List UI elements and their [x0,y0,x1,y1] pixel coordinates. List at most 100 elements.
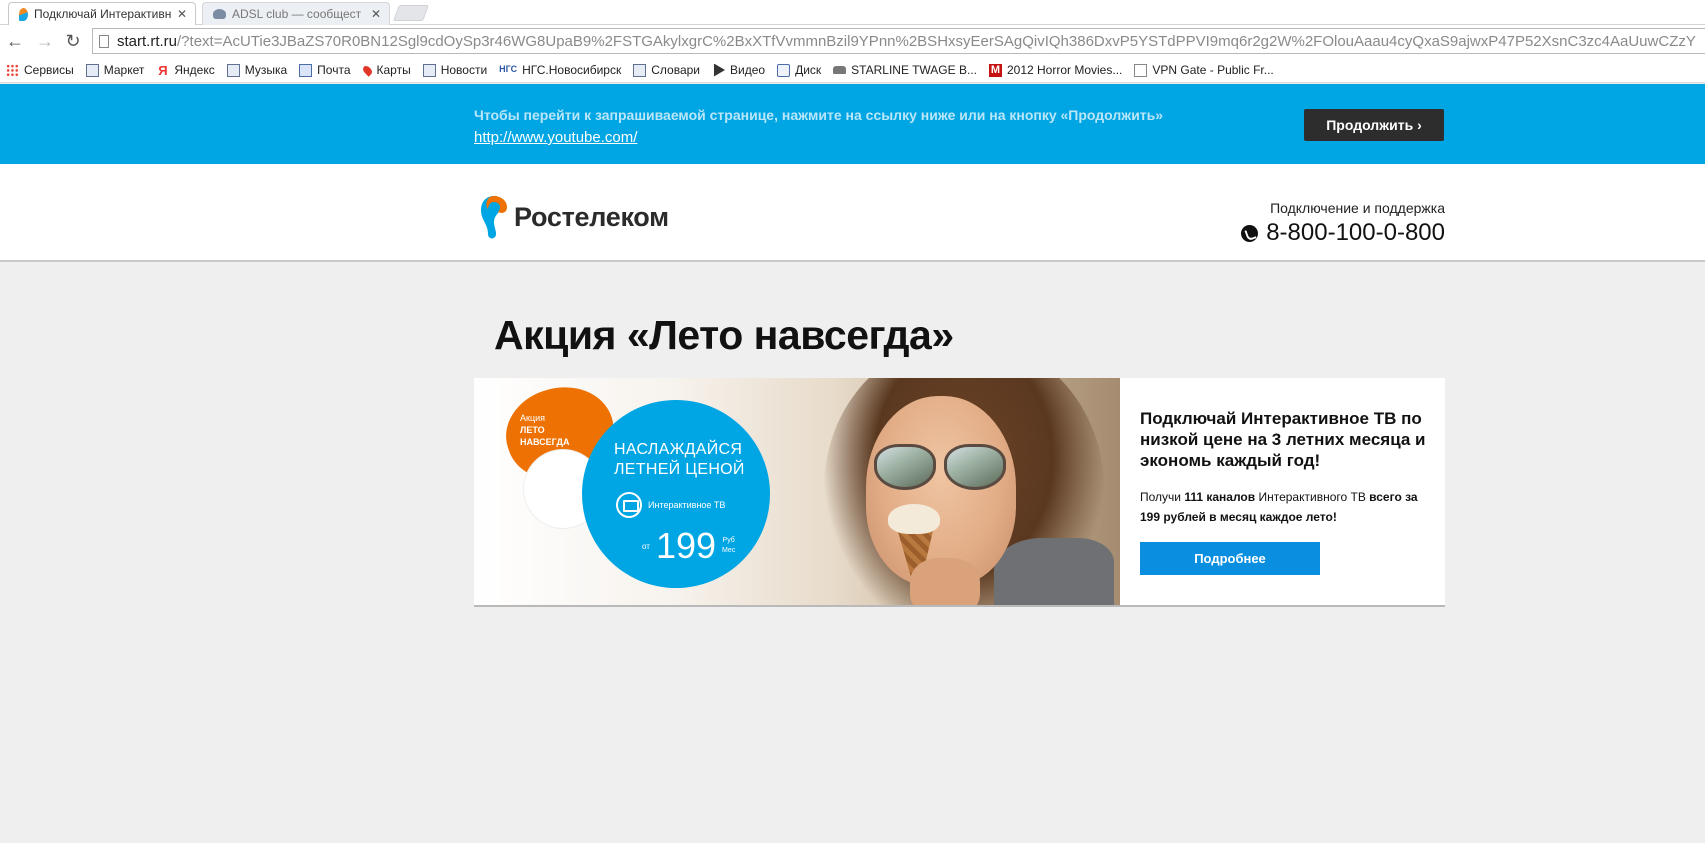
promo-heading: Подключай Интерактивное ТВ по низкой цен… [1140,409,1426,470]
bookmark-mail[interactable]: Почта [299,63,351,77]
bookmark-label: НГС.Новосибирск [522,63,622,77]
bookmark-starline[interactable]: STARLINE TWAGE B... [833,63,977,77]
video-icon [713,63,726,77]
url-path: /?text=AcUTie3JBaZS70R0BN12Sgl9cdOySp3r4… [177,32,1696,50]
price-value: 199 [655,525,717,566]
price-currency: Руб [722,537,735,544]
bookmarks-bar: Сервисы Маркет Я Яндекс Музыка Почта Карт… [0,58,1705,83]
bookmark-label: Диск [795,63,822,77]
headline-line-1: НАСЛАЖДАЙСЯ [614,441,743,458]
promo-card: Акция ЛЕТО НАВСЕГДА НАСЛАЖДАЙСЯ ЛЕТНЕЙ Ц… [474,378,1445,607]
promo-badge-text: Акция ЛЕТО НАВСЕГДА [520,412,569,448]
maps-pin-icon [360,63,374,77]
browser-toolbar: ← → ↻ start.rt.ru /?text=AcUTie3JBaZS70R… [0,25,1705,58]
sunglasses-left-lens [874,444,936,490]
promo-description: Получи 111 каналов Интерактивного ТВ все… [1140,487,1430,527]
bookmark-label: Маркет [103,63,145,77]
bookmark-disk[interactable]: Диск [777,63,821,77]
continue-button[interactable]: Продолжить › [1304,109,1444,141]
page-icon [1134,63,1148,77]
ngs-icon: НГС [499,63,518,74]
ice-cream-scoop [888,504,940,534]
desc-text: Интерактивного ТВ [1255,490,1370,504]
price-period: Мес [722,547,736,554]
page-viewport: Чтобы перейти к запрашиваемой странице, … [0,84,1705,843]
adsl-favicon-icon [213,9,226,19]
bookmark-label: VPN Gate - Public Fr... [1152,63,1274,77]
tv-label: Интерактивное ТВ [648,500,726,510]
bookmark-horror-movies[interactable]: M 2012 Horror Movies... [988,63,1123,77]
browser-tab-strip: Подключай Интерактивн ✕ ADSL club — сооб… [0,0,1705,25]
photo-clothing [994,538,1114,605]
car-icon [833,66,847,74]
close-tab-icon[interactable]: ✕ [371,7,381,21]
bookmark-label: Яндекс [174,63,215,77]
bookmark-label: STARLINE TWAGE B... [851,63,977,77]
bookmark-label: Музыка [244,63,288,77]
m-icon: M [988,63,1002,77]
bookmark-market[interactable]: Маркет [85,63,145,77]
rostelecom-favicon-icon [19,7,28,21]
bookmark-news[interactable]: Новости [422,63,488,77]
rostelecom-logo[interactable]: Ростелеком [480,194,669,240]
more-details-button[interactable]: Подробнее [1140,542,1320,575]
page-icon [99,34,109,48]
disk-icon [777,63,791,77]
redirect-message: Чтобы перейти к запрашиваемой странице, … [474,107,1164,123]
redirect-link[interactable]: http://www.youtube.com/ [474,129,637,146]
dictionary-icon [633,63,647,77]
support-label: Подключение и поддержка [1270,200,1445,216]
logo-text: Ростелеком [514,201,669,232]
bookmark-maps[interactable]: Карты [360,63,411,77]
price-unit: Руб Мес [722,536,735,556]
browser-tab-inactive[interactable]: ADSL club — сообщест ✕ [202,2,390,25]
bookmark-vpn-gate[interactable]: VPN Gate - Public Fr... [1134,63,1274,77]
tab-title: ADSL club — сообщест [232,7,362,21]
forward-arrow-icon[interactable]: → [33,29,57,53]
tv-icon [616,492,642,518]
badge-small-text: Акция [520,413,545,423]
market-icon [85,63,99,77]
sunglasses-right-lens [944,444,1006,490]
browser-tab-active[interactable]: Подключай Интерактивн ✕ [8,2,196,25]
bookmark-label: Видео [730,63,766,77]
promo-headline: НАСЛАЖДАЙСЯ ЛЕТНЕЙ ЦЕНОЙ [614,440,745,480]
bookmark-label: 2012 Horror Movies... [1006,63,1123,77]
rostelecom-logo-icon [481,196,507,239]
badge-line-1: ЛЕТО [520,425,545,435]
bookmark-label: Карты [376,63,411,77]
badge-line-2: НАВСЕГДА [520,437,570,447]
desc-text: Получи [1140,490,1185,504]
mail-icon [299,63,313,77]
music-icon [226,63,240,77]
apps-icon [6,63,19,77]
bookmark-services[interactable]: Сервисы [6,63,74,77]
new-tab-button[interactable] [393,5,429,21]
headline-line-2: ЛЕТНЕЙ ЦЕНОЙ [614,461,745,478]
news-icon [422,63,436,77]
support-phone[interactable]: 8-800-100-0-800 [1241,219,1445,247]
bookmark-ngs[interactable]: НГС НГС.Новосибирск [499,63,621,77]
price-from: от [642,541,650,551]
promo-copy: Подключай Интерактивное ТВ по низкой цен… [1140,408,1430,527]
bookmark-label: Новости [440,63,488,77]
site-header: Ростелеком Подключение и поддержка 8-800… [0,164,1705,262]
promo-banner-image[interactable]: Акция ЛЕТО НАВСЕГДА НАСЛАЖДАЙСЯ ЛЕТНЕЙ Ц… [474,378,1120,605]
page-title: Акция «Лето навсегда» [494,312,954,358]
back-arrow-icon[interactable]: ← [3,29,27,53]
reload-icon[interactable]: ↻ [61,29,85,53]
bookmark-yandex[interactable]: Я Яндекс [156,63,215,77]
phone-number: 8-800-100-0-800 [1266,219,1445,246]
address-bar[interactable]: start.rt.ru /?text=AcUTie3JBaZS70R0BN12S… [92,28,1705,54]
interactive-tv-badge: Интерактивное ТВ [616,492,725,518]
url-host: start.rt.ru [117,32,178,50]
bookmark-label: Словари [651,63,701,77]
close-tab-icon[interactable]: ✕ [177,7,187,21]
phone-icon [1241,224,1259,242]
bookmark-music[interactable]: Музыка [226,63,288,77]
bookmark-label: Сервисы [24,63,74,77]
photo-hand [910,558,980,605]
bookmark-video[interactable]: Видео [712,63,765,77]
bookmark-label: Почта [317,63,351,77]
bookmark-dictionary[interactable]: Словари [633,63,700,77]
